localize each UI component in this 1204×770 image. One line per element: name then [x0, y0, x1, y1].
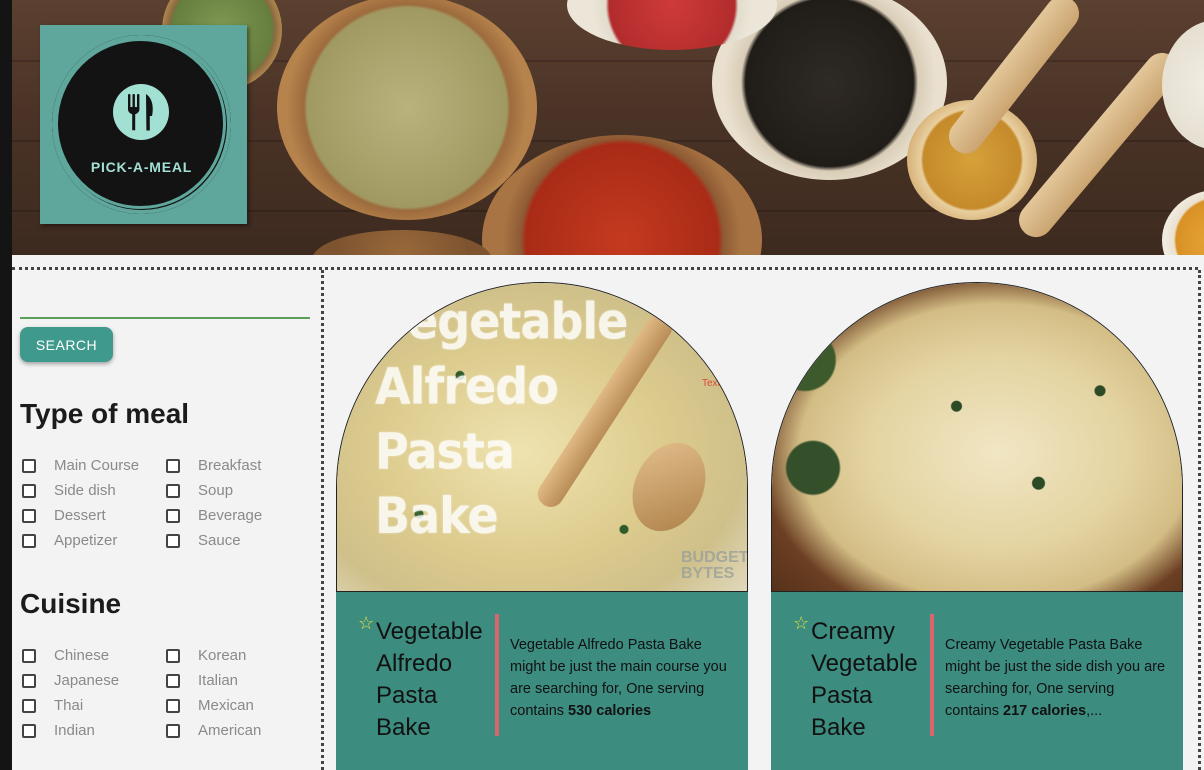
calories-value: 530 calories: [568, 703, 652, 719]
accent-divider: [930, 614, 934, 736]
checkbox-label: Thai: [54, 697, 84, 714]
checkbox-main-course[interactable]: Main Course: [22, 457, 139, 474]
fork-knife-icon: [113, 84, 169, 140]
checkbox-appetizer[interactable]: Appetizer: [22, 532, 117, 549]
checkbox-label: American: [198, 722, 262, 739]
checkbox-label: Appetizer: [54, 532, 118, 549]
type-of-meal-heading: Type of meal: [20, 398, 190, 429]
checkbox-box[interactable]: [22, 533, 36, 548]
checkbox-box[interactable]: [22, 483, 36, 498]
checkbox-label: Italian: [198, 672, 239, 689]
checkbox-korean[interactable]: Korean: [166, 647, 246, 664]
checkbox-beverage[interactable]: Beverage: [166, 507, 262, 524]
photo-watermark: BUDGET BYTES: [681, 549, 748, 582]
cuisine-heading: Cuisine: [20, 588, 122, 619]
search-input-underline[interactable]: [20, 317, 310, 319]
checkbox-thai[interactable]: Thai: [22, 697, 83, 714]
checkbox-box[interactable]: [22, 648, 36, 663]
photo-overlay-line: Alfredo: [375, 357, 559, 416]
spice-bowl-bottom: [312, 230, 492, 255]
checkbox-dessert[interactable]: Dessert: [22, 507, 106, 524]
logo-text: PICK-A-MEAL: [90, 159, 193, 175]
checkbox-label: Indian: [54, 722, 95, 739]
star-outline-icon[interactable]: ☆: [793, 614, 809, 632]
checkbox-box[interactable]: [22, 673, 36, 688]
spice-bowl-right: [1162, 20, 1204, 150]
recipe-card[interactable]: Vegetable Alfredo Pasta Bake Text BUDGET…: [336, 282, 748, 770]
header-banner: PICK-A-MEAL: [12, 0, 1204, 255]
site-logo[interactable]: PICK-A-MEAL: [40, 25, 247, 224]
checkbox-japanese[interactable]: Japanese: [22, 672, 119, 689]
checkbox-label: Japanese: [54, 672, 120, 689]
checkbox-box[interactable]: [166, 698, 180, 713]
recipe-title[interactable]: Vegetable Alfredo Pasta Bake: [376, 616, 494, 744]
logo-ring: PICK-A-MEAL: [52, 35, 231, 214]
checkbox-box[interactable]: [22, 723, 36, 738]
checkbox-indian[interactable]: Indian: [22, 722, 95, 739]
checkbox-breakfast[interactable]: Breakfast: [166, 457, 261, 474]
description-tail: ,...: [1086, 703, 1103, 719]
calories-value: 217 calories: [1003, 703, 1087, 719]
recipe-description: Creamy Vegetable Pasta Bake might be jus…: [945, 634, 1167, 722]
checkbox-label: Mexican: [198, 697, 254, 714]
checkbox-box[interactable]: [22, 698, 36, 713]
checkbox-label: Korean: [198, 647, 247, 664]
recipe-info-panel: ☆ Creamy Vegetable Pasta Bake Creamy Veg…: [771, 592, 1183, 770]
checkbox-label: Breakfast: [198, 457, 262, 474]
checkbox-label: Beverage: [198, 507, 263, 524]
photo-overlay-small-text: Text: [702, 378, 721, 389]
checkbox-label: Soup: [198, 482, 234, 499]
spice-bowl-fennel: [277, 0, 537, 220]
checkbox-box[interactable]: [166, 458, 180, 473]
checkbox-label: Sauce: [198, 532, 241, 549]
recipe-card[interactable]: ☆ Creamy Vegetable Pasta Bake Creamy Veg…: [771, 282, 1183, 770]
checkbox-box[interactable]: [22, 508, 36, 523]
recipe-info-panel: ☆ Vegetable Alfredo Pasta Bake Vegetable…: [336, 592, 748, 770]
checkbox-box[interactable]: [166, 723, 180, 738]
recipe-description: Vegetable Alfredo Pasta Bake might be ju…: [510, 634, 732, 722]
checkbox-sauce[interactable]: Sauce: [166, 532, 241, 549]
dotted-divider-top: [12, 267, 1198, 270]
pasta-bake-photo: [772, 283, 1182, 591]
photo-overlay-line: Vegetable: [375, 292, 628, 351]
checkbox-label: Side dish: [54, 482, 116, 499]
checkbox-label: Dessert: [54, 507, 106, 524]
photo-overlay-line: Pasta: [375, 421, 515, 481]
checkbox-box[interactable]: [166, 648, 180, 663]
checkbox-side-dish[interactable]: Side dish: [22, 482, 116, 499]
recipe-title[interactable]: Creamy Vegetable Pasta Bake: [811, 616, 929, 744]
checkbox-american[interactable]: American: [166, 722, 261, 739]
photo-overlay-line: Bake: [375, 486, 499, 545]
dotted-divider-right: [1198, 270, 1201, 770]
star-outline-icon[interactable]: ☆: [358, 614, 374, 632]
checkbox-box[interactable]: [22, 458, 36, 473]
checkbox-label: Main Course: [54, 457, 140, 474]
recipe-photo[interactable]: Vegetable Alfredo Pasta Bake Text BUDGET…: [336, 282, 748, 592]
checkbox-mexican[interactable]: Mexican: [166, 697, 254, 714]
checkbox-box[interactable]: [166, 533, 180, 548]
checkbox-box[interactable]: [166, 673, 180, 688]
spice-bowl-right-orange: [1162, 190, 1204, 255]
page-content: SEARCH Type of meal Main Course Breakfas…: [12, 255, 1204, 770]
search-button[interactable]: SEARCH: [20, 327, 113, 362]
checkbox-label: Chinese: [54, 647, 110, 664]
checkbox-soup[interactable]: Soup: [166, 482, 233, 499]
dotted-divider-sidebar: [321, 270, 324, 770]
photo-overlay-title: Vegetable Alfredo Pasta Bake: [375, 289, 628, 548]
spice-spoon-handle: [1012, 45, 1186, 245]
accent-divider: [495, 614, 499, 736]
checkbox-chinese[interactable]: Chinese: [22, 647, 109, 664]
checkbox-italian[interactable]: Italian: [166, 672, 238, 689]
recipe-photo[interactable]: [771, 282, 1183, 592]
checkbox-box[interactable]: [166, 508, 180, 523]
checkbox-box[interactable]: [166, 483, 180, 498]
